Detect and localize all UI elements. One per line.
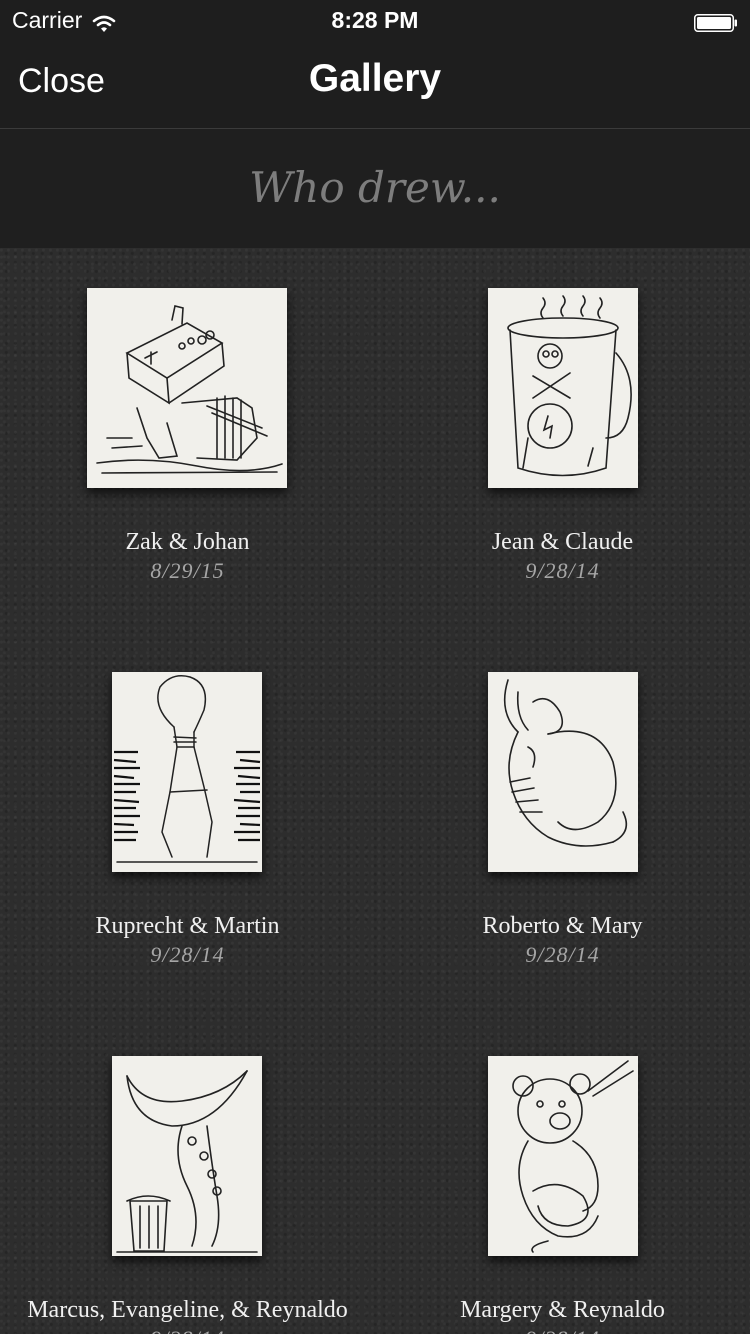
drawing-date: 9/28/14 [150, 942, 225, 967]
drawing-thumbnail[interactable] [488, 1056, 638, 1256]
drawing-date: 8/29/15 [150, 558, 225, 583]
lightbulb-figure-drawing [113, 675, 261, 863]
gallery-item[interactable]: Zak & Johan 8/29/15 [0, 248, 375, 632]
drawing-date: 9/28/14 [525, 558, 600, 583]
gallery-item[interactable]: Roberto & Mary 9/28/14 [375, 632, 750, 1016]
tentacle-trashcan-drawing [116, 1070, 258, 1253]
drawing-thumbnail[interactable] [112, 1056, 262, 1256]
drawing-thumbnail[interactable] [488, 288, 638, 488]
game-controller-robot-drawing [96, 305, 283, 474]
nav-bar: Close Gallery [0, 40, 750, 128]
artist-names: Margery & Reynaldo [460, 1297, 665, 1323]
artist-names: Marcus, Evangeline, & Reynaldo [27, 1297, 348, 1323]
search-input[interactable] [0, 157, 750, 217]
gallery-item[interactable]: Marcus, Evangeline, & Reynaldo 9/28/14 [0, 1016, 375, 1334]
search-bar [0, 129, 750, 248]
drawing-date: 9/28/14 [0, 1326, 375, 1334]
artist-names: Ruprecht & Martin [95, 913, 280, 939]
gallery-item[interactable]: Margery & Reynaldo 9/28/14 [375, 1016, 750, 1334]
drawing-thumbnail[interactable] [112, 672, 262, 872]
header: Carrier 8:28 PM Close Gallery [0, 0, 750, 129]
page-title: Gallery [308, 57, 442, 100]
status-bar: Carrier 8:28 PM [0, 0, 750, 40]
drawing-thumbnail[interactable] [488, 672, 638, 872]
teddy-bear-drawing [512, 1060, 634, 1253]
horned-creature-drawing [503, 679, 628, 847]
gallery-item[interactable]: Jean & Claude 9/28/14 [375, 248, 750, 632]
battery-icon [694, 11, 738, 32]
drawing-thumbnail[interactable] [87, 288, 287, 488]
mug-monster-drawing [507, 295, 632, 477]
artist-names: Roberto & Mary [482, 913, 643, 939]
drawing-date: 9/28/14 [375, 1326, 750, 1334]
gallery-grid: Zak & Johan 8/29/15 Jean & Claude 9/28/1… [0, 248, 750, 1334]
artist-names: Zak & Johan [125, 529, 250, 555]
artist-names: Jean & Claude [491, 529, 634, 555]
gallery-item[interactable]: Ruprecht & Martin 9/28/14 [0, 632, 375, 1016]
status-time: 8:28 PM [331, 7, 419, 33]
drawing-date: 9/28/14 [525, 942, 600, 967]
